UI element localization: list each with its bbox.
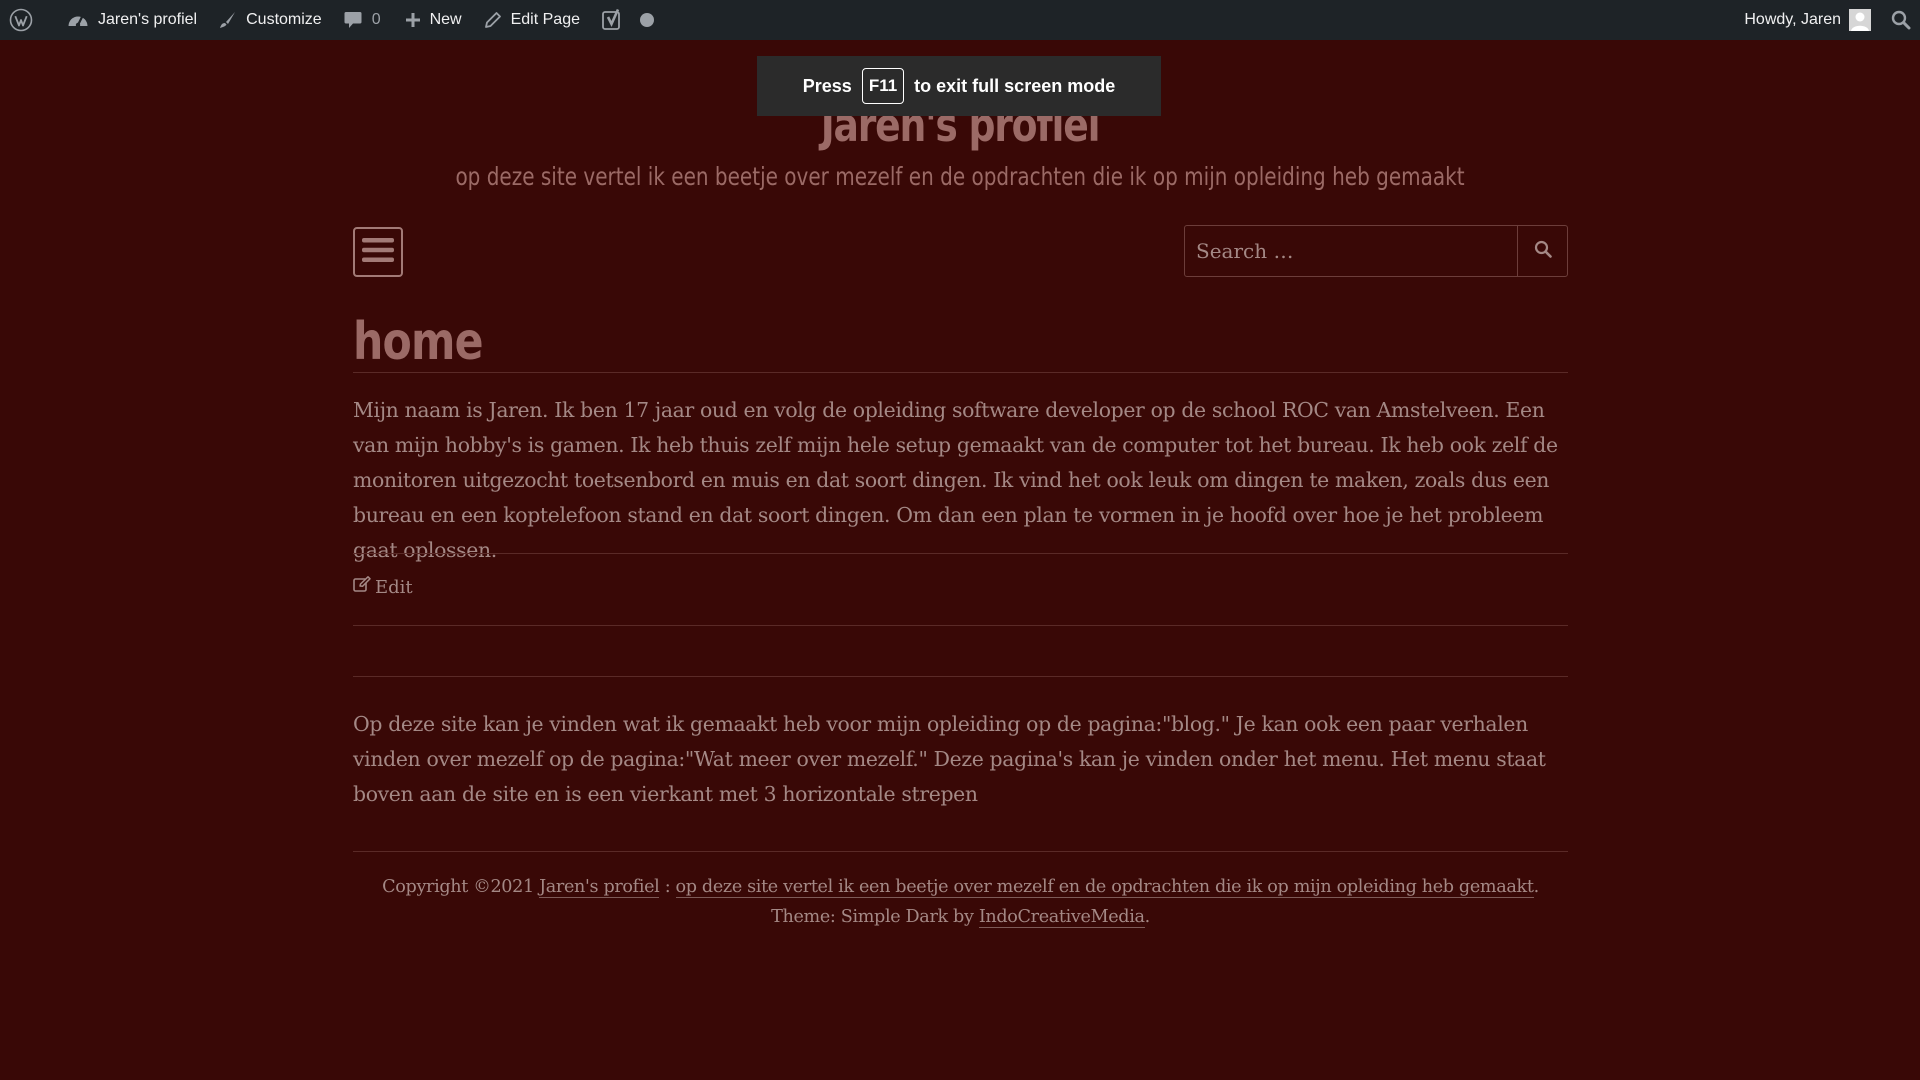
search-submit-button[interactable] bbox=[1517, 226, 1567, 276]
admin-bar: Jaren's profiel Customize 0 New Edit Pag… bbox=[0, 0, 1920, 40]
entry-footer-divider bbox=[353, 625, 1568, 626]
footer-end: . bbox=[1144, 907, 1151, 927]
fullscreen-exit-toast: Press F11 to exit full screen mode bbox=[757, 56, 1161, 116]
footer-theme-author-link[interactable]: IndoCreativeMedia bbox=[978, 907, 1145, 928]
avatar bbox=[1849, 9, 1871, 31]
intro-paragraph: Mijn naam is Jaren. Ik ben 17 jaar oud e… bbox=[353, 398, 1558, 562]
site-description: op deze site vertel ik een beetje over m… bbox=[455, 162, 1465, 191]
edit-page-menu[interactable]: Edit Page bbox=[472, 0, 590, 40]
edit-icon bbox=[353, 576, 371, 598]
customize-menu[interactable]: Customize bbox=[207, 0, 332, 40]
customize-label: Customize bbox=[246, 11, 322, 28]
site-footer: Copyright ©2021 Jaren's profiel : op dez… bbox=[353, 872, 1568, 932]
edit-page-label: Edit Page bbox=[510, 11, 580, 28]
toast-press-text: Press bbox=[802, 75, 852, 96]
footer-divider bbox=[353, 851, 1568, 852]
site-name-label: Jaren's profiel bbox=[98, 11, 198, 28]
admin-bar-left: Jaren's profiel Customize 0 New Edit Pag… bbox=[0, 0, 664, 40]
footer-separator: : bbox=[659, 877, 676, 897]
search-icon bbox=[1534, 240, 1552, 262]
site-info-paragraph: Op deze site kan je vinden wat ik gemaak… bbox=[353, 712, 1546, 806]
my-account-menu[interactable]: Howdy, Jaren bbox=[1734, 0, 1881, 40]
hamburger-menu-icon bbox=[362, 237, 394, 267]
edit-link-label: Edit bbox=[375, 576, 413, 598]
edit-post-link[interactable]: Edit bbox=[353, 576, 413, 598]
title-divider bbox=[353, 372, 1568, 373]
comments-menu[interactable]: 0 bbox=[332, 0, 391, 40]
widget-area-divider bbox=[353, 676, 1568, 677]
toast-message-text: to exit full screen mode bbox=[914, 75, 1116, 96]
admin-search-button[interactable] bbox=[1881, 0, 1920, 40]
pencil-icon bbox=[484, 11, 502, 29]
footer-copyright: Copyright ©2021 bbox=[382, 877, 534, 897]
comment-bubble-icon bbox=[344, 11, 362, 30]
new-content-menu[interactable]: New bbox=[391, 0, 472, 40]
admin-bar-right: Howdy, Jaren bbox=[1734, 0, 1920, 40]
site-name-menu[interactable]: Jaren's profiel bbox=[43, 0, 207, 40]
menu-toggle-button[interactable] bbox=[353, 227, 403, 277]
comments-count: 0 bbox=[371, 11, 381, 28]
new-label: New bbox=[429, 11, 462, 28]
howdy-label: Howdy, Jaren bbox=[1744, 11, 1841, 28]
footer-site-link[interactable]: Jaren's profiel bbox=[539, 877, 660, 898]
yoast-seo-menu[interactable] bbox=[590, 0, 664, 40]
f11-key-badge: F11 bbox=[861, 68, 905, 104]
paintbrush-icon bbox=[217, 10, 237, 30]
page-title: home bbox=[353, 312, 484, 372]
wordpress-icon bbox=[9, 8, 33, 32]
plus-icon bbox=[405, 12, 421, 28]
footer-description-link[interactable]: op deze site vertel ik een beetje over m… bbox=[675, 877, 1534, 898]
search-icon bbox=[1891, 10, 1911, 30]
search-form bbox=[1184, 225, 1568, 277]
content-divider bbox=[353, 553, 1568, 554]
dashboard-gauge-icon bbox=[67, 10, 89, 30]
search-input[interactable] bbox=[1185, 226, 1517, 276]
yoast-status-dot-icon bbox=[640, 13, 654, 27]
wordpress-logo-menu[interactable] bbox=[0, 0, 43, 40]
yoast-icon bbox=[602, 9, 624, 31]
